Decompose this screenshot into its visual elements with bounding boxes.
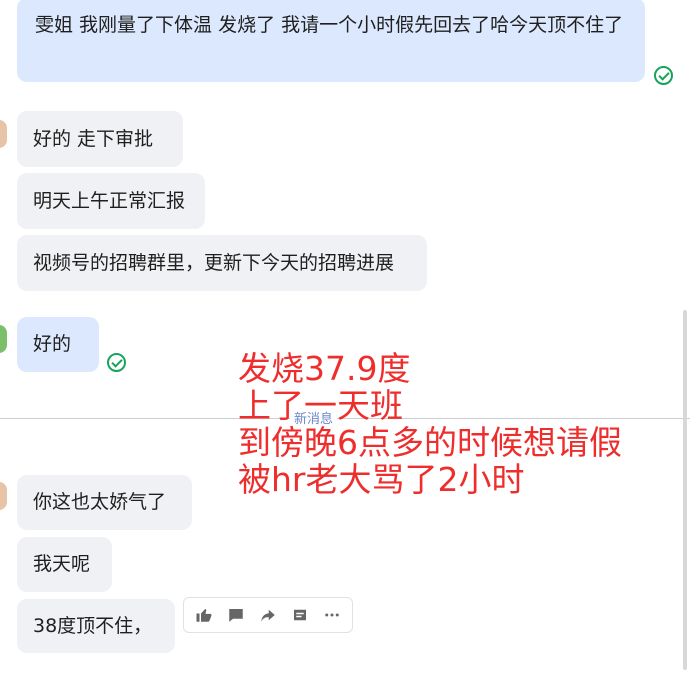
forward-icon[interactable] [255, 602, 281, 628]
message-action-toolbar [183, 597, 353, 633]
thumbs-up-icon[interactable] [191, 602, 217, 628]
avatar[interactable] [0, 325, 7, 353]
message-text: 明天上午正常汇报 [33, 190, 186, 212]
quote-icon[interactable] [287, 602, 313, 628]
message-bubble-other[interactable]: 我天呢 [17, 537, 112, 592]
message-bubble-self[interactable]: 雯姐 我刚量了下体温 发烧了 我请一个小时假先回去了哈今天顶不住了 [17, 0, 645, 82]
avatar[interactable] [0, 482, 7, 510]
annotation-line: 发烧37.9度 [238, 349, 411, 388]
annotation-line: 到傍晚6点多的时候想请假 [238, 423, 622, 462]
message-bubble-other[interactable]: 视频号的招聘群里，更新下今天的招聘进展 [17, 235, 427, 291]
annotation-line: 被hr老大骂了2小时 [238, 460, 525, 499]
message-text: 好的 [33, 333, 72, 355]
read-check-icon [107, 353, 126, 372]
message-text: 雯姐 我刚量了下体温 发烧了 我请一个小时假先回去了哈今天顶不住了 [35, 14, 624, 36]
read-check-icon [654, 66, 673, 85]
message-bubble-other[interactable]: 明天上午正常汇报 [17, 173, 205, 229]
overlay-annotation: 发烧37.9度 上了一天班 到傍晚6点多的时候想请假 被hr老大骂了2小时 [238, 350, 622, 498]
comment-icon[interactable] [223, 602, 249, 628]
message-text: 好的 走下审批 [33, 128, 154, 150]
message-bubble-other[interactable]: 你这也太娇气了 [17, 475, 192, 530]
message-text: 你这也太娇气了 [33, 491, 167, 513]
avatar[interactable] [0, 120, 7, 148]
message-text: 我天呢 [33, 553, 91, 575]
message-bubble-other[interactable]: 好的 走下审批 [17, 111, 183, 167]
annotation-line: 上了一天班 [238, 386, 403, 425]
message-bubble-other[interactable]: 38度顶不住， [17, 599, 175, 653]
more-icon[interactable] [319, 602, 345, 628]
message-text: 视频号的招聘群里，更新下今天的招聘进展 [33, 252, 395, 274]
message-text: 38度顶不住， [33, 615, 153, 637]
scrollbar[interactable] [683, 310, 687, 670]
message-bubble-self[interactable]: 好的 [17, 317, 99, 372]
